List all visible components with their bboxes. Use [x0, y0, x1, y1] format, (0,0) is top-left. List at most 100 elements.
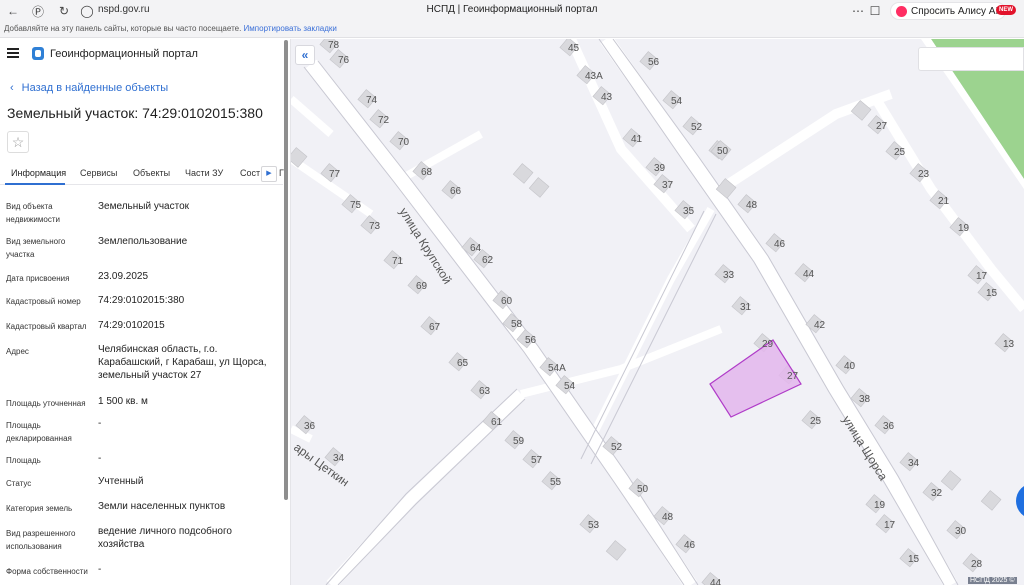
house-number: 15 — [908, 554, 920, 565]
house-number: 25 — [894, 147, 906, 158]
house-number: 58 — [511, 319, 523, 330]
house-number: 77 — [329, 169, 341, 180]
property-value: Челябинская область, г.о. Карабашский, г… — [98, 344, 267, 381]
scrollbar-thumb[interactable] — [284, 40, 288, 500]
object-info-panel: Геоинформационный портал ‹ Назад в найден… — [0, 39, 291, 585]
page-title: Земельный участок: 74:29:0102015:380 — [7, 105, 263, 121]
back-arrow-icon[interactable]: ← — [5, 3, 21, 19]
active-tab-indicator — [5, 183, 65, 185]
house-number: 73 — [369, 221, 381, 232]
more-icon[interactable]: ⋯ — [850, 3, 866, 19]
house-number: 54 — [671, 96, 683, 107]
building — [980, 490, 1002, 511]
house-number: 34 — [908, 458, 920, 469]
lock-icon: ◯ — [80, 4, 94, 18]
cadastral-map[interactable]: 78 76 74 72 70 68 66 77 75 73 71 69 67 65 64 62 60 58 56 54… — [291, 39, 1024, 585]
house-number: 56 — [525, 335, 537, 346]
house-number: 57 — [531, 455, 543, 466]
bookmarks-hint: Добавляйте на эту панель сайты, которые … — [4, 24, 242, 33]
house-number: 17 — [976, 271, 988, 282]
house-number: 35 — [683, 206, 695, 217]
house-number: 76 — [338, 55, 350, 66]
property-label: Категория земель — [6, 504, 73, 513]
tab-information[interactable]: Информация — [11, 168, 66, 178]
house-number: 32 — [931, 488, 943, 499]
house-number: 69 — [416, 281, 428, 292]
info-tabs: Информация Сервисы Объекты Части ЗУ Сост… — [0, 163, 284, 185]
house-number: 17 — [884, 520, 896, 531]
building — [512, 163, 534, 184]
tab-parts[interactable]: Части ЗУ — [185, 168, 223, 178]
house-number: 66 — [450, 186, 462, 197]
ask-alisa-button[interactable]: Спросить Алису AI — [890, 2, 1007, 20]
map-canvas[interactable]: 7876747270686677757371696765646260585654… — [291, 39, 1024, 585]
house-number: 43А — [585, 71, 603, 82]
house-number: 25 — [810, 416, 822, 427]
back-link-label: Назад в найденные объекты — [21, 82, 169, 94]
property-label: Кадастровый квартал — [6, 322, 87, 331]
house-number: 29 — [762, 339, 774, 350]
street-label-tsetkin: ары Цеткин — [291, 440, 351, 489]
back-to-results-link[interactable]: ‹ Назад в найденные объекты — [10, 82, 168, 94]
property-label: Вид земельного участка — [6, 237, 66, 259]
property-value: 74:29:0102015:380 — [98, 295, 185, 306]
portal-logo-icon — [32, 47, 44, 60]
house-number: 23 — [918, 169, 930, 180]
house-number: 34 — [333, 453, 345, 464]
building — [605, 540, 627, 561]
property-label: Вид объекта недвижимости — [6, 202, 60, 224]
reload-icon[interactable]: ↻ — [56, 3, 72, 19]
house-number: 60 — [501, 296, 513, 307]
browser-toolbar: ← Ⓟ ↻ ◯ nspd.gov.ru НСПД | Геоинформацио… — [0, 0, 1024, 22]
tab-objects[interactable]: Объекты — [133, 168, 170, 178]
house-number: 78 — [328, 40, 340, 51]
property-value: ведение личного подсобного хозяйства — [98, 526, 232, 550]
house-number: 71 — [392, 256, 404, 267]
map-search-box[interactable] — [918, 47, 1024, 71]
favorite-star-icon[interactable]: ☆ — [7, 131, 29, 153]
house-number: 19 — [958, 223, 970, 234]
house-number: 54А — [548, 363, 566, 374]
house-number: 27 — [787, 371, 799, 382]
tab-composition[interactable]: Соста — [240, 168, 260, 178]
property-value: 23.09.2025 — [98, 271, 149, 282]
property-label: Площадь декларированная — [6, 421, 72, 443]
shield-icon[interactable]: Ⓟ — [30, 3, 46, 19]
property-label: Дата присвоения — [6, 274, 70, 283]
house-number: 75 — [350, 200, 362, 211]
house-number: 72 — [378, 115, 390, 126]
browser-chrome: ← Ⓟ ↻ ◯ nspd.gov.ru НСПД | Геоинформацио… — [0, 0, 1024, 38]
house-number: 44 — [710, 578, 722, 585]
house-number: 67 — [429, 322, 441, 333]
map-copyright: НСПД 2025 © — [968, 577, 1017, 584]
house-number: 52 — [611, 442, 623, 453]
house-number: 45 — [568, 43, 580, 54]
portal-title: Геоинформационный портал — [50, 48, 198, 60]
house-number: 19 — [874, 500, 886, 511]
house-number: 28 — [971, 559, 983, 570]
import-bookmarks-link[interactable]: Импортировать закладки — [244, 24, 337, 33]
bookmark-icon[interactable]: ☐ — [867, 3, 883, 19]
new-badge: NEW — [996, 5, 1016, 15]
house-number: 38 — [859, 394, 871, 405]
property-label: Вид разрешенного использования — [6, 529, 76, 551]
url-bar[interactable]: nspd.gov.ru — [98, 4, 150, 15]
house-number: 13 — [1003, 339, 1015, 350]
tabs-next-arrow-icon[interactable]: ▶ — [261, 166, 277, 182]
property-value: - — [98, 564, 102, 575]
house-number: 56 — [648, 57, 660, 68]
tab-services[interactable]: Сервисы — [80, 168, 117, 178]
panel-scrollbar[interactable] — [283, 40, 289, 500]
house-number: 48 — [746, 200, 758, 211]
house-number: 40 — [844, 361, 856, 372]
house-number: 27 — [876, 121, 888, 132]
menu-icon[interactable] — [7, 48, 19, 58]
house-number: 36 — [883, 421, 895, 432]
property-label: Площадь уточненная — [6, 399, 86, 408]
house-number: 42 — [814, 320, 826, 331]
roads — [291, 39, 1024, 585]
collapse-panel-button[interactable]: « — [295, 45, 315, 65]
bookmarks-bar: Добавляйте на эту панель сайты, которые … — [0, 24, 337, 38]
property-label: Адрес — [6, 347, 29, 356]
house-number: 50 — [717, 146, 729, 157]
